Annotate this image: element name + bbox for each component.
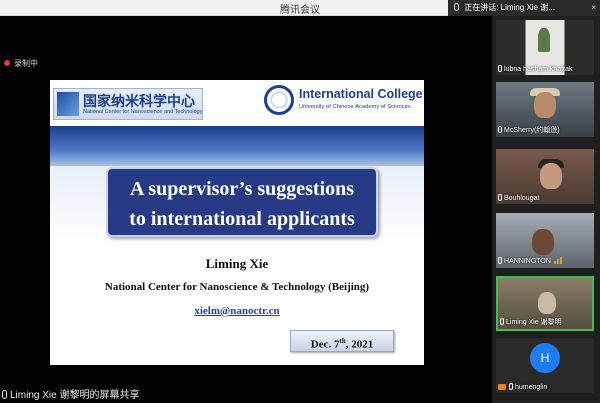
participant-tile[interactable]: Bouhlougat (496, 149, 594, 204)
video-background (538, 28, 550, 52)
slide-author: Liming Xie (205, 256, 269, 271)
college-subtitle: University of Chinese Academy of Science… (299, 104, 411, 110)
participant-name: McSherry(约翰逊) (498, 125, 560, 135)
video-person (534, 92, 556, 118)
microphone-icon (498, 194, 502, 201)
participant-name: lubna hasham khattak (498, 65, 573, 73)
international-college-logo: International College University of Chin… (262, 85, 423, 119)
college-name: International College (299, 87, 423, 101)
signal-bars-icon (553, 257, 563, 266)
recording-indicator[interactable]: 录制中 (4, 58, 38, 69)
microphone-icon (2, 390, 7, 399)
slide-email: xielm@nanoctr.cn (194, 305, 280, 317)
participant-tile-speaking[interactable]: Liming Xie 谢黎明 (496, 276, 594, 331)
microphone-icon (454, 3, 459, 11)
microphone-icon (509, 383, 513, 390)
participant-tile[interactable]: HANNINGTON (496, 213, 594, 268)
participant-name: Liming Xie 谢黎明 (500, 317, 562, 327)
participant-name: humenglin (498, 383, 547, 391)
slide-title-line1: A supervisor’s suggestions (129, 178, 355, 200)
participant-panel: lubna hasham khattak McSherry(约翰逊) Bouhl… (492, 16, 600, 403)
slide-header: 国家纳米科学中心 National Center for Nanoscience… (50, 80, 424, 124)
camera-off-icon (498, 384, 506, 390)
video-person (540, 163, 562, 189)
close-icon[interactable]: × (591, 0, 596, 16)
presentation-slide: 国家纳米科学中心 National Center for Nanoscience… (50, 80, 424, 365)
participant-name: HANNINGTON (498, 257, 563, 266)
participant-tile[interactable]: H humenglin (496, 338, 594, 393)
shared-screen-stage: 录制中 国家纳米科学中心 National Center for Nanosci… (0, 16, 492, 403)
avatar: H (530, 343, 560, 373)
ncnst-chinese-name: 国家纳米科学中心 (83, 94, 195, 110)
slide-institution: National Center for Nanoscience & Techno… (104, 281, 370, 293)
microphone-icon (498, 126, 502, 133)
record-dot-icon (4, 60, 10, 66)
video-person (538, 292, 556, 314)
slide-date: Dec. 7th, 2021 (290, 330, 394, 352)
slide-banner (50, 126, 424, 166)
microphone-icon (498, 65, 502, 72)
recording-label: 录制中 (14, 59, 38, 68)
ucas-seal-icon (264, 85, 294, 115)
slide-title-line2: to international applicants (129, 208, 355, 230)
video-person (532, 229, 554, 255)
ncnst-logo: 国家纳米科学中心 National Center for Nanoscience… (53, 88, 203, 120)
participant-tile[interactable]: lubna hasham khattak (496, 20, 594, 75)
active-speaker-text: 正在讲话: Liming Xie 谢... (464, 3, 555, 12)
slide-title: A supervisor’s suggestions to internatio… (106, 167, 378, 237)
microphone-icon (500, 318, 504, 325)
participant-tile[interactable]: McSherry(约翰逊) (496, 82, 594, 137)
participant-name: Bouhlougat (498, 194, 539, 202)
ncnst-emblem-icon (57, 92, 79, 116)
screen-share-label: Liming Xie 谢黎明的屏幕共享 (2, 386, 139, 401)
microphone-icon (498, 257, 502, 264)
ncnst-english-name: National Center for Nanoscience and Tech… (83, 109, 203, 115)
active-speaker-indicator[interactable]: 正在讲话: Liming Xie 谢... × (448, 0, 600, 16)
